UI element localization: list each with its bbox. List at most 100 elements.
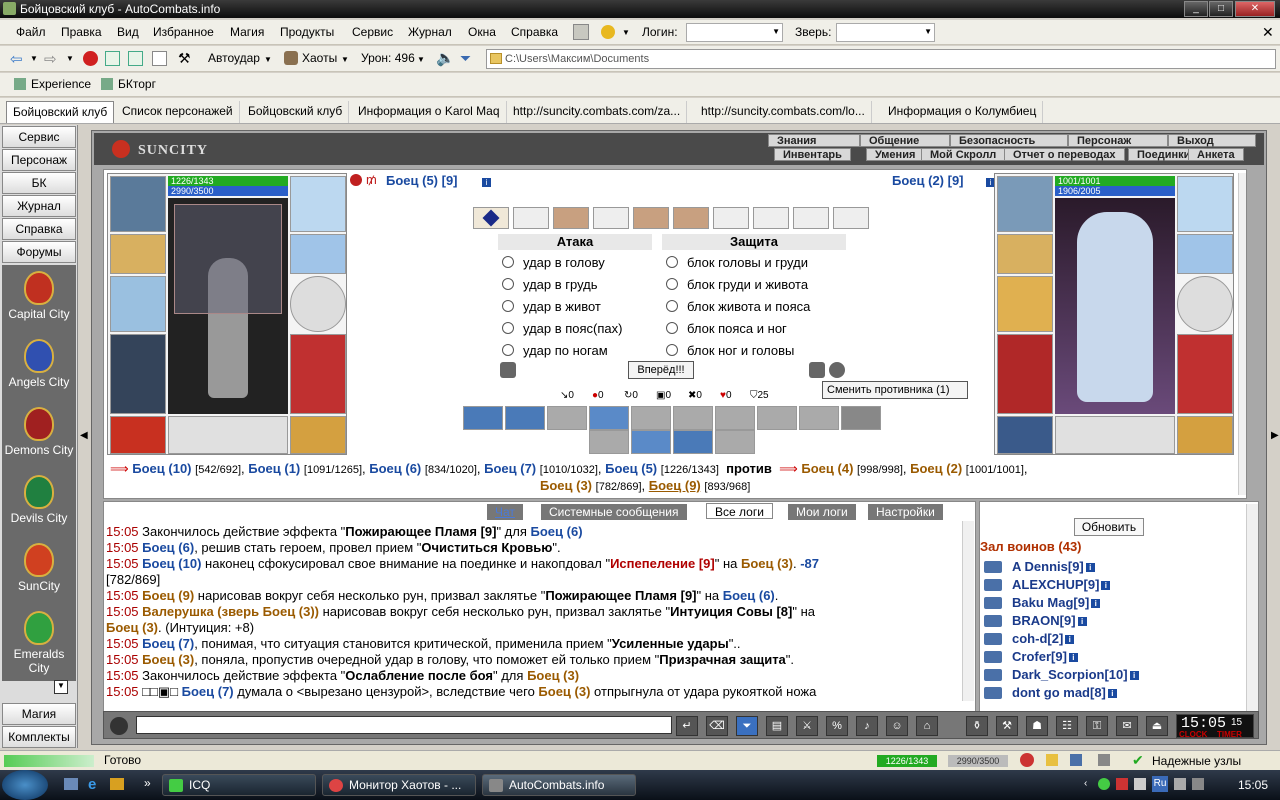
clock-widget[interactable]: 15:05 15 CLOCK TIMER <box>1176 714 1254 739</box>
info-icon[interactable]: i <box>1077 617 1087 626</box>
alarm-icon[interactable] <box>1020 753 1034 767</box>
effect-slot[interactable] <box>631 430 671 454</box>
change-opponent-icon[interactable] <box>829 362 845 378</box>
sidebar-sets[interactable]: Комплекты <box>2 726 76 748</box>
message-icon[interactable]: ✉ <box>1116 716 1138 736</box>
chevron-down-icon[interactable]: ▼ <box>264 55 272 64</box>
menu-help[interactable]: Справка <box>511 25 558 39</box>
sidebar-bk[interactable]: БК <box>2 172 76 194</box>
login-select[interactable]: ▼ <box>686 23 783 42</box>
potion-icon[interactable]: ⚱ <box>966 716 988 736</box>
tray-expand-icon[interactable]: ‹ <box>1084 778 1087 789</box>
ring-slot[interactable] <box>1177 176 1233 232</box>
tab-fight-club[interactable]: Бойцовский клуб <box>6 101 115 123</box>
save-icon[interactable]: ▤ <box>766 716 788 736</box>
hall-scrollbar[interactable] <box>1246 504 1258 716</box>
log-tab-chat[interactable]: Чат <box>487 504 523 520</box>
screen-icon[interactable] <box>1174 778 1186 790</box>
task-autocombats[interactable]: AutoCombats.info <box>482 774 636 796</box>
haoty-button[interactable]: Хаоты <box>302 51 337 65</box>
effect-slot[interactable] <box>589 430 629 454</box>
exit-icon[interactable]: ⏏ <box>1146 716 1168 736</box>
forward-arrow-icon[interactable]: ⇨ <box>44 50 57 68</box>
city-capital[interactable]: Capital City <box>2 265 76 333</box>
nav-character[interactable]: Персонаж <box>1068 134 1168 147</box>
armor-slot[interactable] <box>997 334 1053 414</box>
nav-exit[interactable]: Выход <box>1168 134 1256 147</box>
chat-input[interactable] <box>136 716 672 734</box>
more-icon[interactable]: » <box>144 776 151 790</box>
desktop-icon[interactable] <box>64 778 78 790</box>
player-name[interactable]: ALEXCHUP[9] i <box>1012 577 1111 592</box>
settings-icon[interactable] <box>1098 754 1110 766</box>
log-tab-settings[interactable]: Настройки <box>868 504 943 520</box>
menu-file[interactable]: Файл <box>16 25 46 39</box>
menu-windows[interactable]: Окна <box>468 25 496 39</box>
shield-slot[interactable] <box>290 276 346 332</box>
hall-player-row[interactable]: BRAON[9] i <box>980 612 1240 630</box>
pants-slot[interactable] <box>290 334 346 414</box>
stats-icon[interactable]: % <box>826 716 848 736</box>
refresh-icon[interactable] <box>105 51 120 66</box>
effect-slot[interactable] <box>757 406 797 430</box>
info-icon[interactable]: i <box>1091 599 1101 608</box>
tab-suncity-lo[interactable]: http://suncity.combats.com/lo... <box>695 101 872 123</box>
info-icon[interactable]: i <box>1129 671 1139 680</box>
sidebar-journal[interactable]: Журнал <box>2 195 76 217</box>
player-name[interactable]: coh-d[2] i <box>1012 631 1075 646</box>
bracers-slot[interactable] <box>997 234 1053 274</box>
boots-slot[interactable] <box>1177 416 1233 454</box>
belt-slot[interactable] <box>997 416 1053 454</box>
attack-option[interactable]: удар в живот <box>502 299 601 314</box>
defense-option[interactable]: блок груди и живота <box>666 277 808 292</box>
info-icon[interactable]: i <box>1101 581 1111 590</box>
effect-slot[interactable] <box>631 406 671 430</box>
invite-icon[interactable] <box>984 633 1002 645</box>
city-suncity[interactable]: SunCity <box>2 537 76 605</box>
hall-player-row[interactable]: dont go mad[8] i <box>980 684 1240 702</box>
calculator-icon[interactable] <box>573 24 589 40</box>
menu-journal[interactable]: Журнал <box>408 25 452 39</box>
beast-select[interactable]: ▼ <box>836 23 935 42</box>
bracers-slot[interactable] <box>110 234 166 274</box>
invite-icon[interactable] <box>984 561 1002 573</box>
player-name[interactable]: Baku Mag[9] i <box>1012 595 1101 610</box>
scroll-slot[interactable] <box>833 207 869 229</box>
media-icon[interactable] <box>110 778 124 790</box>
task-icq[interactable]: ICQ <box>162 774 316 796</box>
nav-scroll[interactable]: Мой Скролл <box>921 148 1006 161</box>
fight-icon[interactable]: ⚔ <box>796 716 818 736</box>
menu-edit[interactable]: Правка <box>61 25 102 39</box>
tab-characters[interactable]: Список персонажей <box>116 101 240 123</box>
autoudar-button[interactable]: Автоудар <box>208 51 260 65</box>
tab-suncity-za[interactable]: http://suncity.combats.com/za... <box>507 101 688 123</box>
stop-icon[interactable] <box>83 51 98 66</box>
language-indicator[interactable]: Ru <box>1152 776 1168 792</box>
volume-icon[interactable] <box>1192 778 1204 790</box>
invite-icon[interactable] <box>984 687 1002 699</box>
character-portrait[interactable] <box>1055 198 1175 414</box>
helmet-slot[interactable] <box>110 176 166 232</box>
effect-slot[interactable] <box>547 406 587 430</box>
city-devils[interactable]: Devils City <box>2 469 76 537</box>
chevron-down-icon[interactable]: ▼ <box>66 54 74 63</box>
fav-experience[interactable]: Experience <box>14 77 91 91</box>
invite-icon[interactable] <box>984 597 1002 609</box>
smile-face-icon[interactable] <box>110 717 128 735</box>
player-name[interactable]: Crofer[9] i <box>1012 649 1078 664</box>
city-emeralds[interactable]: Emeralds City <box>2 605 76 681</box>
defense-option[interactable]: блок пояса и ног <box>666 321 787 336</box>
scroll-slot[interactable] <box>553 207 589 229</box>
scroll-slot[interactable] <box>633 207 669 229</box>
damage-counter[interactable]: Урон: 496 <box>361 51 415 65</box>
player-name[interactable]: A Dennis[9] i <box>1012 559 1095 574</box>
sidebar-character[interactable]: Персонаж <box>2 149 76 171</box>
taskbar-clock[interactable]: 15:05 <box>1238 778 1268 792</box>
nav-profile[interactable]: Анкета <box>1188 148 1244 161</box>
weapon-slot[interactable] <box>110 276 166 332</box>
hall-player-row[interactable]: A Dennis[9] i <box>980 558 1240 576</box>
net-icon[interactable] <box>1070 754 1082 766</box>
boots-slot[interactable] <box>290 416 346 454</box>
sidebar-help[interactable]: Справка <box>2 218 76 240</box>
skip-icon[interactable] <box>500 362 516 378</box>
